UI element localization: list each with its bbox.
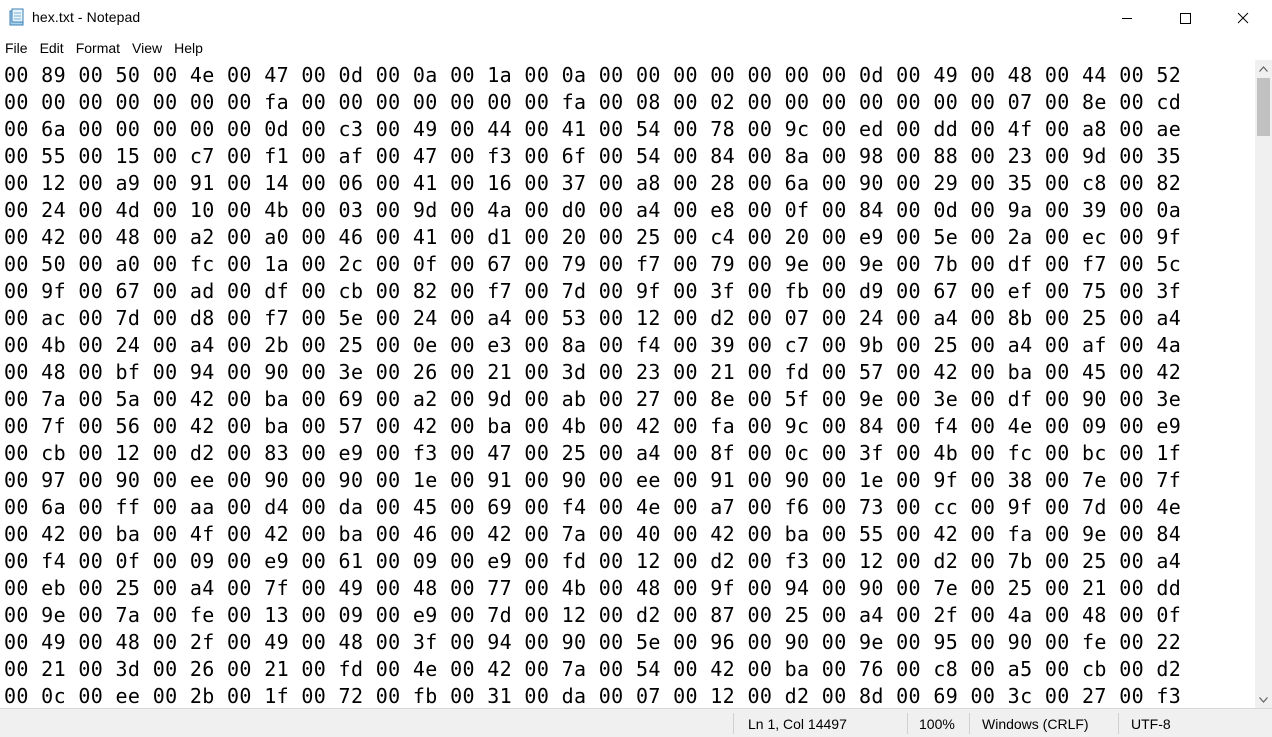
text-line[interactable]: 00 12 00 a9 00 91 00 14 00 06 00 41 00 1… (4, 170, 1181, 197)
menu-format[interactable]: Format (71, 36, 125, 60)
text-line[interactable]: 00 97 00 90 00 ee 00 90 00 90 00 1e 00 9… (4, 467, 1181, 494)
scroll-down-arrow-icon (1259, 696, 1268, 703)
menu-edit[interactable]: Edit (35, 36, 69, 60)
vertical-scrollbar[interactable] (1255, 60, 1272, 708)
text-line[interactable]: 00 9f 00 67 00 ad 00 df 00 cb 00 82 00 f… (4, 278, 1181, 305)
status-separator (733, 713, 734, 734)
minimize-icon (1122, 18, 1132, 19)
text-line[interactable]: 00 f4 00 0f 00 09 00 e9 00 61 00 09 00 e… (4, 548, 1181, 575)
status-separator (1118, 713, 1119, 734)
text-line[interactable]: 00 6a 00 00 00 00 00 0d 00 c3 00 49 00 4… (4, 116, 1181, 143)
scrollbar-thumb[interactable] (1257, 78, 1270, 136)
scroll-down-button[interactable] (1255, 691, 1272, 708)
minimize-button[interactable] (1098, 0, 1156, 36)
status-bar: Ln 1, Col 14497 100% Windows (CRLF) UTF-… (0, 708, 1272, 737)
editor-text[interactable]: 00 89 00 50 00 4e 00 47 00 0d 00 0a 00 1… (4, 62, 1181, 708)
text-line[interactable]: 00 6a 00 ff 00 aa 00 d4 00 da 00 45 00 6… (4, 494, 1181, 521)
text-line[interactable]: 00 7a 00 5a 00 42 00 ba 00 69 00 a2 00 9… (4, 386, 1181, 413)
status-separator (907, 713, 908, 734)
status-line-ending: Windows (CRLF) (982, 716, 1089, 732)
title-bar[interactable]: hex.txt - Notepad (0, 0, 1272, 36)
status-encoding: UTF-8 (1131, 716, 1171, 732)
text-line[interactable]: 00 cb 00 12 00 d2 00 83 00 e9 00 f3 00 4… (4, 440, 1181, 467)
text-line[interactable]: 00 50 00 a0 00 fc 00 1a 00 2c 00 0f 00 6… (4, 251, 1181, 278)
menu-bar: File Edit Format View Help (0, 36, 1272, 60)
menu-view[interactable]: View (127, 36, 167, 60)
text-line[interactable]: 00 00 00 00 00 00 00 fa 00 00 00 00 00 0… (4, 89, 1181, 116)
text-line[interactable]: 00 ac 00 7d 00 d8 00 f7 00 5e 00 24 00 a… (4, 305, 1181, 332)
status-position: Ln 1, Col 14497 (748, 716, 847, 732)
text-line[interactable]: 00 eb 00 25 00 a4 00 7f 00 49 00 48 00 7… (4, 575, 1181, 602)
text-line[interactable]: 00 21 00 3d 00 26 00 21 00 fd 00 4e 00 4… (4, 656, 1181, 683)
menu-file[interactable]: File (0, 36, 33, 60)
window-title: hex.txt - Notepad (32, 9, 141, 25)
text-line[interactable]: 00 48 00 bf 00 94 00 90 00 3e 00 26 00 2… (4, 359, 1181, 386)
text-line[interactable]: 00 24 00 4d 00 10 00 4b 00 03 00 9d 00 4… (4, 197, 1181, 224)
scroll-up-button[interactable] (1255, 60, 1272, 77)
status-zoom: 100% (919, 716, 955, 732)
text-line[interactable]: 00 0c 00 ee 00 2b 00 1f 00 72 00 fb 00 3… (4, 683, 1181, 708)
text-line[interactable]: 00 9e 00 7a 00 fe 00 13 00 09 00 e9 00 7… (4, 602, 1181, 629)
text-line[interactable]: 00 4b 00 24 00 a4 00 2b 00 25 00 0e 00 e… (4, 332, 1181, 359)
scroll-up-arrow-icon (1259, 65, 1268, 72)
text-editor[interactable]: 00 89 00 50 00 4e 00 47 00 0d 00 0a 00 1… (0, 60, 1255, 708)
menu-help[interactable]: Help (169, 36, 208, 60)
text-line[interactable]: 00 42 00 ba 00 4f 00 42 00 ba 00 46 00 4… (4, 521, 1181, 548)
text-line[interactable]: 00 89 00 50 00 4e 00 47 00 0d 00 0a 00 1… (4, 62, 1181, 89)
text-line[interactable]: 00 42 00 48 00 a2 00 a0 00 46 00 41 00 d… (4, 224, 1181, 251)
maximize-button[interactable] (1156, 0, 1214, 36)
text-line[interactable]: 00 49 00 48 00 2f 00 49 00 48 00 3f 00 9… (4, 629, 1181, 656)
close-button[interactable] (1214, 0, 1272, 36)
text-line[interactable]: 00 7f 00 56 00 42 00 ba 00 57 00 42 00 b… (4, 413, 1181, 440)
notepad-icon (8, 8, 26, 26)
text-line[interactable]: 00 55 00 15 00 c7 00 f1 00 af 00 47 00 f… (4, 143, 1181, 170)
maximize-icon (1180, 13, 1191, 24)
status-separator (969, 713, 970, 734)
close-icon (1237, 12, 1249, 24)
